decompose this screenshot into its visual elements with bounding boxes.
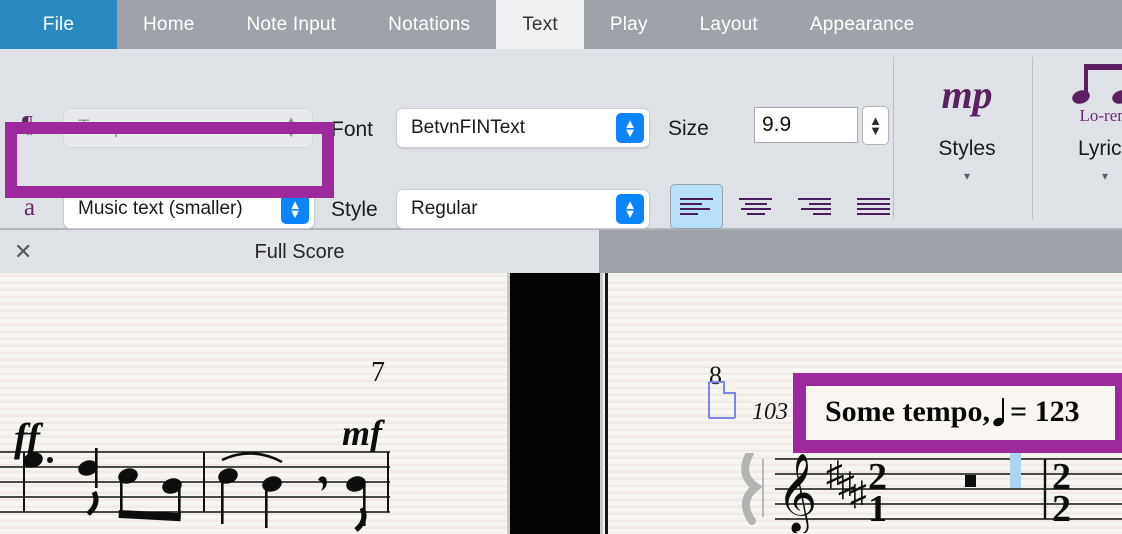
page-break-icon[interactable] [708, 381, 736, 419]
ribbon-tab-layout-label: Layout [699, 13, 758, 35]
right-page-staff: 𝄞 ♯ ♯ ♯ 2 1 2 2 [741, 453, 1122, 533]
score-tab-full-score[interactable]: ✕ Full Score [0, 230, 599, 274]
quarter-note-icon [991, 398, 1007, 428]
ribbon-tab-file-label: File [42, 13, 75, 35]
font-style-value: Regular [411, 198, 478, 219]
ribbon-tab-appearance-label: Appearance [809, 13, 915, 35]
align-justify-icon [857, 198, 890, 215]
svg-text:𝄞: 𝄞 [777, 454, 817, 533]
styles-button[interactable]: mp Styles ▾ [908, 55, 1026, 225]
font-style-stepper-icon[interactable]: ▲ ▼ [616, 194, 644, 224]
ribbon-tab-play-label: Play [609, 13, 648, 35]
align-right-button[interactable] [788, 184, 841, 229]
svg-text:♯: ♯ [850, 476, 867, 513]
align-left-icon [680, 198, 713, 215]
character-style-highlight-box [5, 122, 334, 198]
ribbon-tab-notations-label: Notations [388, 13, 471, 35]
font-style-combobox[interactable]: Regular ▲ ▼ [396, 189, 650, 229]
dynamic-ff[interactable]: ff [14, 414, 40, 461]
tempo-text-equals: = 123 [1009, 395, 1080, 428]
score-tab-label: Full Score [254, 240, 345, 263]
size-stepper-icon[interactable]: ▲ ▼ [862, 106, 889, 145]
font-stepper-icon[interactable]: ▲ ▼ [616, 113, 644, 143]
character-style-value: Music text (smaller) [78, 198, 243, 219]
character-style-icon: a [24, 194, 36, 221]
align-right-icon [798, 198, 831, 215]
ribbon-tab-file[interactable]: File [0, 0, 117, 49]
beamed-eighth-notes-svg [1072, 64, 1122, 104]
ribbon-tab-notations[interactable]: Notations [362, 0, 496, 49]
mp-icon-text: mp [941, 71, 993, 117]
ribbon-tab-appearance[interactable]: Appearance [784, 0, 940, 49]
lyrics-button[interactable]: Lo-rem Lyrics ▾ [1046, 55, 1122, 225]
group-divider-1 [893, 57, 894, 219]
ribbon-tab-text[interactable]: Text [496, 0, 584, 49]
align-left-button[interactable] [670, 184, 723, 229]
dynamic-mf[interactable]: mf [342, 412, 382, 454]
ribbon-tab-home-label: Home [143, 13, 195, 35]
lyrics-chevron-down-icon[interactable]: ▾ [1102, 169, 1108, 183]
group-divider-2 [1032, 57, 1033, 219]
svg-text:1: 1 [868, 488, 887, 530]
lyrics-sample-text: Lo-rem [1079, 106, 1122, 125]
ribbon-tab-note-input-label: Note Input [246, 13, 337, 35]
ribbon-tab-layout[interactable]: Layout [674, 0, 784, 49]
lyrics-button-label: Lyrics [1077, 137, 1122, 160]
font-value: BetvnFINText [411, 117, 526, 138]
page-gap-divider [510, 273, 608, 534]
application-window: File Home Note Input Notations Text Play… [0, 0, 1122, 534]
score-tab-bar: ✕ Full Score [0, 229, 1122, 274]
left-page-staff [0, 448, 390, 532]
mp-dynamic-icon: mp [941, 55, 992, 133]
alignment-button-group [670, 184, 900, 229]
beamed-notes-icon: Lo-rem [1072, 55, 1122, 133]
character-style-stepper-icon[interactable]: ▲ ▼ [281, 194, 309, 224]
svg-text:2: 2 [1052, 488, 1071, 530]
size-label: Size [668, 117, 709, 140]
align-center-button[interactable] [729, 184, 782, 229]
font-label: Font [331, 118, 374, 141]
styles-button-label: Styles [938, 137, 996, 160]
tempo-text-before: Some tempo, [825, 395, 990, 428]
measure-number-right: 103 [752, 399, 788, 425]
ribbon-tab-home[interactable]: Home [117, 0, 220, 49]
size-value: 9.9 [762, 113, 792, 136]
font-combobox[interactable]: BetvnFINText ▲ ▼ [396, 108, 650, 148]
font-style-label: Style [331, 198, 378, 221]
ribbon-tab-play[interactable]: Play [584, 0, 674, 49]
measure-number-left: 7 [371, 357, 385, 388]
ribbon-tab-note-input[interactable]: Note Input [220, 0, 362, 49]
ribbon-tab-bar: File Home Note Input Notations Text Play… [0, 0, 1122, 49]
align-center-icon [739, 198, 772, 215]
size-input[interactable]: 9.9 [754, 107, 858, 143]
ribbon-tab-text-label: Text [522, 13, 558, 35]
tempo-marking-text[interactable]: Some tempo, = 123 [825, 395, 1080, 429]
styles-chevron-down-icon[interactable]: ▾ [964, 169, 970, 183]
close-icon[interactable]: ✕ [14, 241, 32, 263]
